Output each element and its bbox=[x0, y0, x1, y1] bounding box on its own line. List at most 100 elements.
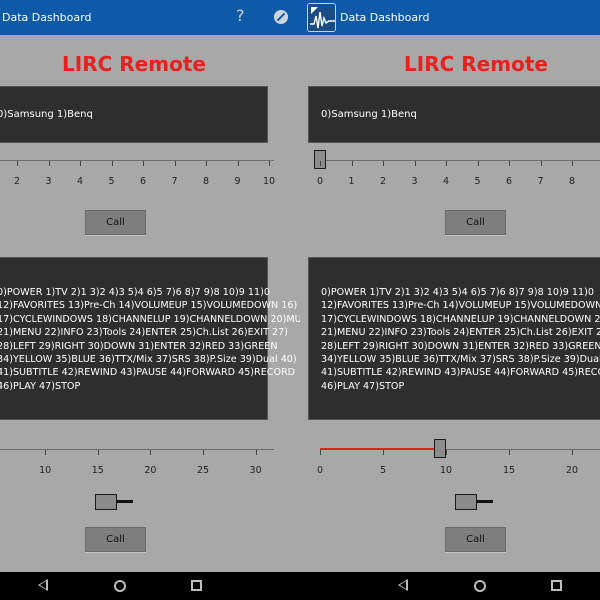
back-triangle-icon[interactable] bbox=[38, 579, 48, 591]
code-list-line: 46)PLAY 47)STOP bbox=[0, 380, 81, 392]
stepper-control[interactable] bbox=[95, 494, 117, 510]
slider-tick-label: 2 bbox=[379, 176, 387, 187]
call-device-button[interactable]: Call bbox=[445, 210, 506, 235]
slider-tick bbox=[572, 450, 573, 455]
slider-tick bbox=[383, 161, 384, 166]
slider-tick bbox=[150, 450, 152, 455]
slider-tick bbox=[174, 161, 176, 166]
home-circle-icon[interactable] bbox=[114, 580, 126, 592]
code-list-line: 34)YELLOW 35)BLUE 36)TTX/Mix 37)SRS 38)P… bbox=[321, 354, 600, 366]
slider-tick-label: 6 bbox=[505, 176, 513, 187]
code-list-line: 28)LEFT 29)RIGHT 30)DOWN 31)ENTER 32)RED… bbox=[0, 340, 278, 352]
slider-tick bbox=[48, 161, 50, 166]
slider-tick-label: 10 bbox=[262, 176, 276, 187]
code-list-line: 0)POWER 1)TV 2)1 3)2 4)3 5)4 6)5 7)6 8)7… bbox=[0, 287, 270, 298]
slider-tick bbox=[320, 450, 321, 455]
call-device-button[interactable]: Call bbox=[85, 210, 146, 235]
slider-tick bbox=[45, 450, 47, 455]
device-list: 0)Samsung 1)Benq bbox=[308, 86, 600, 143]
code-slider-thumb[interactable] bbox=[434, 439, 446, 458]
code-list-line: 28)LEFT 29)RIGHT 30)DOWN 31)ENTER 32)RED… bbox=[321, 340, 600, 352]
slider-tick-label: 10 bbox=[439, 465, 453, 476]
device-slider-track[interactable] bbox=[320, 160, 600, 161]
slider-tick-label: 5 bbox=[108, 176, 115, 187]
right-panel: LIRC Remote 0)Samsung 1)Benq 0 1 2 3 4 5 6 7 8 9 1… bbox=[300, 35, 600, 572]
code-list-line: 46)PLAY 47)STOP bbox=[321, 380, 405, 392]
slider-tick-label: 8 bbox=[202, 176, 210, 187]
home-circle-icon[interactable] bbox=[474, 580, 486, 592]
app-title-left: Data Dashboard bbox=[2, 11, 92, 24]
slider-tick bbox=[111, 161, 113, 166]
system-nav-bar bbox=[0, 572, 600, 600]
code-list-line: 21)MENU 22)INFO 23)Tools 24)ENTER 25)Ch.… bbox=[0, 327, 288, 339]
page-title: LIRC Remote bbox=[62, 52, 206, 76]
code-list-line: 41)SUBTITLE 42)REWIND 43)PAUSE 44)FORWAR… bbox=[0, 367, 296, 379]
slider-tick bbox=[509, 161, 510, 166]
stepper-bar bbox=[477, 500, 493, 503]
slider-tick-label: 5 bbox=[0, 465, 3, 476]
slider-tick bbox=[206, 161, 207, 166]
app-bar: Data Dashboard ? Data Dashboard bbox=[0, 0, 600, 35]
slider-tick-label: 0 bbox=[316, 176, 324, 187]
slider-tick bbox=[143, 161, 144, 166]
slider-tick bbox=[540, 161, 542, 166]
page-title: LIRC Remote bbox=[404, 52, 548, 76]
slider-tick-label: 7 bbox=[171, 176, 178, 187]
slider-tick bbox=[509, 450, 510, 455]
help-icon[interactable]: ? bbox=[236, 6, 245, 25]
slider-tick-label: 15 bbox=[91, 465, 104, 476]
slider-tick-label: 20 bbox=[565, 465, 579, 476]
slider-tick-label: 9 bbox=[234, 176, 241, 187]
code-list-line: 17)CYCLEWINDOWS 18)CHANNELUP 19)CHANNELD… bbox=[0, 313, 300, 325]
code-list-line: 12)FAVORITES 13)Pre-Ch 14)VOLUMEUP 15)VO… bbox=[0, 300, 298, 312]
slider-tick-label: 9 bbox=[594, 176, 600, 187]
stepper-control[interactable] bbox=[455, 494, 477, 510]
slider-tick bbox=[351, 161, 353, 166]
app-title-right: Data Dashboard bbox=[340, 11, 430, 24]
call-code-button[interactable]: Call bbox=[445, 527, 506, 552]
slider-tick-label: 6 bbox=[139, 176, 147, 187]
recent-apps-square-icon[interactable] bbox=[551, 580, 562, 591]
slider-tick bbox=[572, 161, 573, 166]
device-list: 0)Samsung 1)Benq bbox=[0, 86, 268, 143]
slider-tick bbox=[414, 161, 416, 166]
slider-tick-label: 1 bbox=[348, 176, 355, 187]
slider-tick-label: 20 bbox=[144, 465, 157, 476]
back-triangle-icon[interactable] bbox=[398, 579, 408, 591]
code-list-line: 34)YELLOW 35)BLUE 36)TTX/Mix 37)SRS 38)P… bbox=[0, 354, 297, 366]
slider-tick-label: 7 bbox=[537, 176, 544, 187]
slider-tick bbox=[97, 450, 99, 455]
code-list-line: 17)CYCLEWINDOWS 18)CHANNELUP 19)CHANNELD… bbox=[321, 313, 600, 325]
code-list-line: 41)SUBTITLE 42)REWIND 43)PAUSE 44)FORWAR… bbox=[321, 367, 600, 379]
slider-tick bbox=[255, 450, 257, 455]
device-list-text: 0)Samsung 1)Benq bbox=[0, 109, 93, 120]
no-entry-icon[interactable] bbox=[274, 10, 288, 24]
slider-tick bbox=[320, 161, 321, 166]
slider-tick-label: 15 bbox=[502, 465, 516, 476]
code-list-line: 0)POWER 1)TV 2)1 3)2 4)3 5)4 6)5 7)6 8)7… bbox=[321, 287, 594, 298]
code-slider-track[interactable] bbox=[0, 449, 274, 450]
slider-tick-label: 30 bbox=[249, 465, 262, 476]
slider-tick-label: 10 bbox=[39, 465, 52, 476]
device-slider-track[interactable] bbox=[0, 160, 274, 161]
slider-tick bbox=[269, 161, 270, 166]
slider-tick-label: 5 bbox=[474, 176, 481, 187]
device-list-text: 0)Samsung 1)Benq bbox=[321, 109, 417, 120]
device-slider-thumb[interactable] bbox=[314, 150, 326, 169]
slider-tick bbox=[237, 161, 239, 166]
code-list-line: 21)MENU 22)INFO 23)Tools 24)ENTER 25)Ch.… bbox=[321, 327, 600, 339]
slider-tick-label: 8 bbox=[568, 176, 576, 187]
slider-tick bbox=[80, 161, 81, 166]
call-code-button[interactable]: Call bbox=[85, 527, 146, 552]
app-logo-icon bbox=[307, 3, 336, 32]
slider-tick-label: 4 bbox=[442, 176, 450, 187]
slider-tick-label: 3 bbox=[411, 176, 418, 187]
left-panel: LIRC Remote 0)Samsung 1)Benq 01234567891… bbox=[0, 35, 300, 572]
slider-tick bbox=[446, 161, 447, 166]
code-list: 0)POWER 1)TV 2)1 3)2 4)3 5)4 6)5 7)6 8)7… bbox=[0, 257, 300, 420]
recent-apps-square-icon[interactable] bbox=[191, 580, 202, 591]
slider-tick bbox=[17, 161, 18, 166]
slider-tick-label: 2 bbox=[13, 176, 21, 187]
slider-tick-label: 4 bbox=[76, 176, 84, 187]
slider-tick bbox=[203, 450, 204, 455]
